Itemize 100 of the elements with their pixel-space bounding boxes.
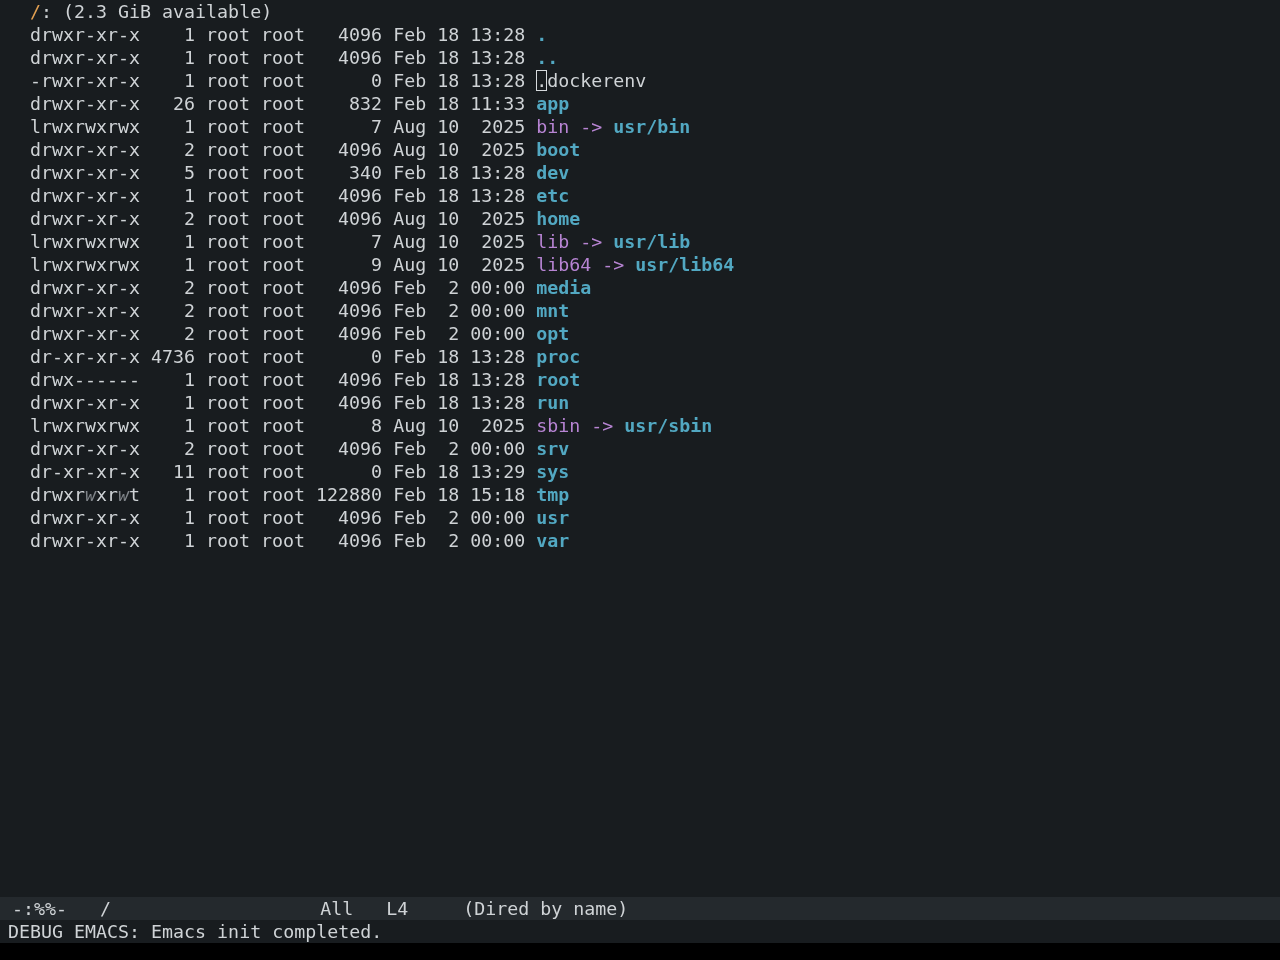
link-arrow: -> bbox=[602, 253, 625, 276]
link-target[interactable]: usr/lib64 bbox=[635, 253, 735, 276]
owner-text: root bbox=[206, 460, 251, 483]
size-text: 4096 bbox=[338, 138, 383, 161]
group-text: root bbox=[261, 506, 306, 529]
permissions-text: drwxr-xr-x bbox=[30, 23, 141, 46]
file-name[interactable]: sys bbox=[536, 460, 570, 483]
owner-text: root bbox=[206, 230, 251, 253]
buffer-status: -:%%- bbox=[12, 898, 68, 919]
permissions-text: drwx------ bbox=[30, 368, 141, 391]
day-text: 10 bbox=[437, 207, 460, 230]
owner-text: root bbox=[206, 529, 251, 552]
month-text: Aug bbox=[393, 207, 427, 230]
link-target[interactable]: usr/sbin bbox=[624, 414, 713, 437]
group-text: root bbox=[261, 161, 306, 184]
size-text: 4096 bbox=[338, 207, 383, 230]
day-text: 18 bbox=[437, 391, 460, 414]
day-text: 10 bbox=[437, 138, 460, 161]
file-name[interactable]: dev bbox=[536, 161, 570, 184]
group-text: root bbox=[261, 299, 306, 322]
link-count-text: 1 bbox=[184, 529, 196, 552]
time-text: 15:18 bbox=[470, 483, 526, 506]
link-target[interactable]: usr/lib bbox=[613, 230, 691, 253]
owner-text: root bbox=[206, 115, 251, 138]
file-name[interactable]: sbin bbox=[536, 414, 581, 437]
file-name[interactable]: opt bbox=[536, 322, 570, 345]
file-name[interactable]: media bbox=[536, 276, 592, 299]
file-name[interactable]: home bbox=[536, 207, 581, 230]
day-text: 18 bbox=[437, 69, 460, 92]
size-text: 4096 bbox=[338, 299, 383, 322]
owner-text: root bbox=[206, 368, 251, 391]
day-text: 2 bbox=[448, 529, 460, 552]
owner-text: root bbox=[206, 46, 251, 69]
time-text: 13:29 bbox=[470, 460, 526, 483]
day-text: 18 bbox=[437, 460, 460, 483]
size-text: 832 bbox=[349, 92, 383, 115]
link-count-text: 1 bbox=[184, 414, 196, 437]
month-text: Feb bbox=[393, 391, 427, 414]
month-text: Aug bbox=[393, 253, 427, 276]
month-text: Feb bbox=[393, 483, 427, 506]
buffer-name: / bbox=[100, 898, 112, 919]
month-text: Feb bbox=[393, 345, 427, 368]
month-text: Feb bbox=[393, 184, 427, 207]
file-name[interactable]: etc bbox=[536, 184, 570, 207]
time-text: 2025 bbox=[481, 207, 526, 230]
day-text: 18 bbox=[437, 483, 460, 506]
day-text: 2 bbox=[448, 437, 460, 460]
file-name[interactable]: lib64 bbox=[536, 253, 592, 276]
permissions-text: drwxr-xr-x bbox=[30, 529, 141, 552]
file-name[interactable]: proc bbox=[536, 345, 581, 368]
owner-text: root bbox=[206, 138, 251, 161]
owner-text: root bbox=[206, 299, 251, 322]
owner-text: root bbox=[206, 23, 251, 46]
file-name[interactable]: boot bbox=[536, 138, 581, 161]
file-name[interactable]: .. bbox=[536, 46, 559, 69]
file-name[interactable]: root bbox=[536, 368, 581, 391]
group-text: root bbox=[261, 276, 306, 299]
owner-text: root bbox=[206, 345, 251, 368]
permissions-text: drwxr-xr-x bbox=[30, 207, 141, 230]
link-count-text: 1 bbox=[184, 69, 196, 92]
link-target[interactable]: usr/bin bbox=[613, 115, 691, 138]
permissions-text: lrwxrwxrwx bbox=[30, 115, 141, 138]
owner-text: root bbox=[206, 414, 251, 437]
time-text: 00:00 bbox=[470, 529, 526, 552]
permissions-text: drwxr-xr-x bbox=[30, 184, 141, 207]
permissions-text: -rwxr-xr-x bbox=[30, 69, 141, 92]
month-text: Feb bbox=[393, 506, 427, 529]
permissions-text: drwxr-xr-x bbox=[30, 92, 141, 115]
group-text: root bbox=[261, 138, 306, 161]
echo-area: DEBUG EMACS: Emacs init completed. bbox=[0, 920, 1280, 943]
month-text: Aug bbox=[393, 414, 427, 437]
owner-text: root bbox=[206, 506, 251, 529]
group-text: root bbox=[261, 391, 306, 414]
file-name[interactable]: bin bbox=[536, 115, 570, 138]
day-text: 18 bbox=[437, 23, 460, 46]
month-text: Aug bbox=[393, 115, 427, 138]
day-text: 18 bbox=[437, 368, 460, 391]
month-text: Feb bbox=[393, 276, 427, 299]
file-name[interactable]: var bbox=[536, 529, 570, 552]
size-text: 4096 bbox=[338, 506, 383, 529]
file-name[interactable]: app bbox=[536, 92, 570, 115]
file-name[interactable]: usr bbox=[536, 506, 570, 529]
day-text: 2 bbox=[448, 299, 460, 322]
file-name[interactable]: . bbox=[536, 23, 548, 46]
file-name[interactable]: mnt bbox=[536, 299, 570, 322]
size-text: 4096 bbox=[338, 391, 383, 414]
size-text: 4096 bbox=[338, 529, 383, 552]
file-name[interactable]: run bbox=[536, 391, 570, 414]
file-name[interactable]: tmp bbox=[536, 483, 570, 506]
size-text: 340 bbox=[349, 161, 383, 184]
link-arrow: -> bbox=[580, 115, 603, 138]
file-name[interactable]: srv bbox=[536, 437, 570, 460]
owner-text: root bbox=[206, 69, 251, 92]
file-name[interactable]: lib bbox=[536, 230, 570, 253]
time-text: 00:00 bbox=[470, 322, 526, 345]
size-text: 9 bbox=[371, 253, 383, 276]
link-count-text: 5 bbox=[184, 161, 196, 184]
link-count-text: 1 bbox=[184, 184, 196, 207]
day-text: 10 bbox=[437, 230, 460, 253]
link-count-text: 1 bbox=[184, 115, 196, 138]
